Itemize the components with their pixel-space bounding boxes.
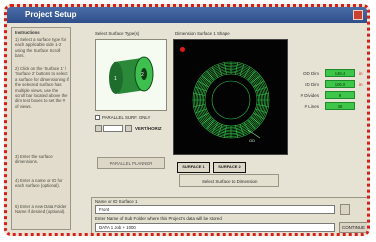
folder-field-label: Enter Name of Sub Folder where this Proj… — [95, 216, 222, 221]
title-bar: Project Setup — [7, 7, 367, 23]
instruction-step: 3) Enter the surface dimensions. — [15, 154, 53, 165]
surface-name-input[interactable]: Front — [95, 205, 335, 214]
id-dim-label: ID Dim — [305, 82, 319, 87]
od-dim-unit: in — [359, 71, 363, 76]
surface-2-button[interactable]: SURFACE 2 — [213, 162, 246, 173]
parallel-only-checkbox[interactable] — [95, 115, 100, 120]
select-surface-note: Select Surface to Dimension — [202, 179, 258, 184]
instruction-step: 1) Select a surface type for each applic… — [15, 37, 67, 59]
name-field-label: Name or ID Surface 1 — [95, 199, 138, 204]
ring-diagram — [192, 61, 270, 139]
continue-button[interactable]: CONTINUE — [339, 222, 367, 233]
select-surface-box: Select Surface to Dimension — [179, 174, 279, 187]
spin-up-button[interactable] — [125, 125, 132, 132]
surface-1-button[interactable]: SURFACE 1 — [177, 162, 210, 173]
project-setup-window: Project Setup Instructions 1) Select a s… — [4, 4, 370, 236]
id-dim-unit: in — [359, 82, 363, 87]
id-dim-field[interactable]: 106.0 — [325, 80, 355, 88]
name-folder-panel: Name or ID Surface 1 Front Enter Name of… — [91, 197, 367, 233]
folder-name-input[interactable]: DATA 1 Job + 1000 — [95, 223, 335, 232]
instructions-panel: Instructions 1) Select a surface type fo… — [11, 27, 71, 230]
svg-text:1: 1 — [114, 76, 117, 82]
lines-label: # Lines — [304, 104, 319, 109]
instruction-step: 4) Enter a name or ID for each surface (… — [15, 178, 63, 189]
instructions-heading: Instructions — [15, 30, 40, 35]
close-button[interactable] — [353, 10, 363, 20]
view-count-field[interactable] — [103, 125, 123, 132]
parallel-only-label: PARALLEL SURF. ONLY — [102, 115, 151, 120]
vert-horiz-label: VERT/HORIZ — [135, 126, 162, 131]
divides-label: # Divides — [300, 93, 319, 98]
dimension-label: Dimension Surface 1 Shape — [175, 31, 230, 36]
od-dim-field[interactable]: 148.4 — [325, 69, 355, 77]
od-dim-label: OD Dim — [303, 71, 319, 76]
svg-text:2: 2 — [141, 72, 144, 78]
window-title: Project Setup — [25, 10, 77, 19]
spin-down-button[interactable] — [95, 125, 102, 132]
dimension-display: OD — [173, 39, 288, 155]
instruction-step: 5) Enter a new Data Folder Name if desir… — [15, 204, 67, 215]
cylinder-icon: 2 1 — [109, 56, 154, 94]
name-spin-button[interactable] — [340, 204, 350, 215]
divides-field[interactable]: 8 — [325, 91, 355, 99]
surface-preview[interactable]: 2 1 — [95, 39, 167, 111]
instruction-step: 2) Click on the 'Surface 1' / 'Surface 2… — [15, 66, 69, 109]
parallel-planner-button[interactable]: PARALLEL PLANNER — [97, 157, 165, 169]
display-od-label: OD — [249, 138, 255, 143]
surface-type-label: Select Surface Type(s) — [95, 31, 140, 36]
lines-field[interactable]: 36 — [325, 102, 355, 110]
